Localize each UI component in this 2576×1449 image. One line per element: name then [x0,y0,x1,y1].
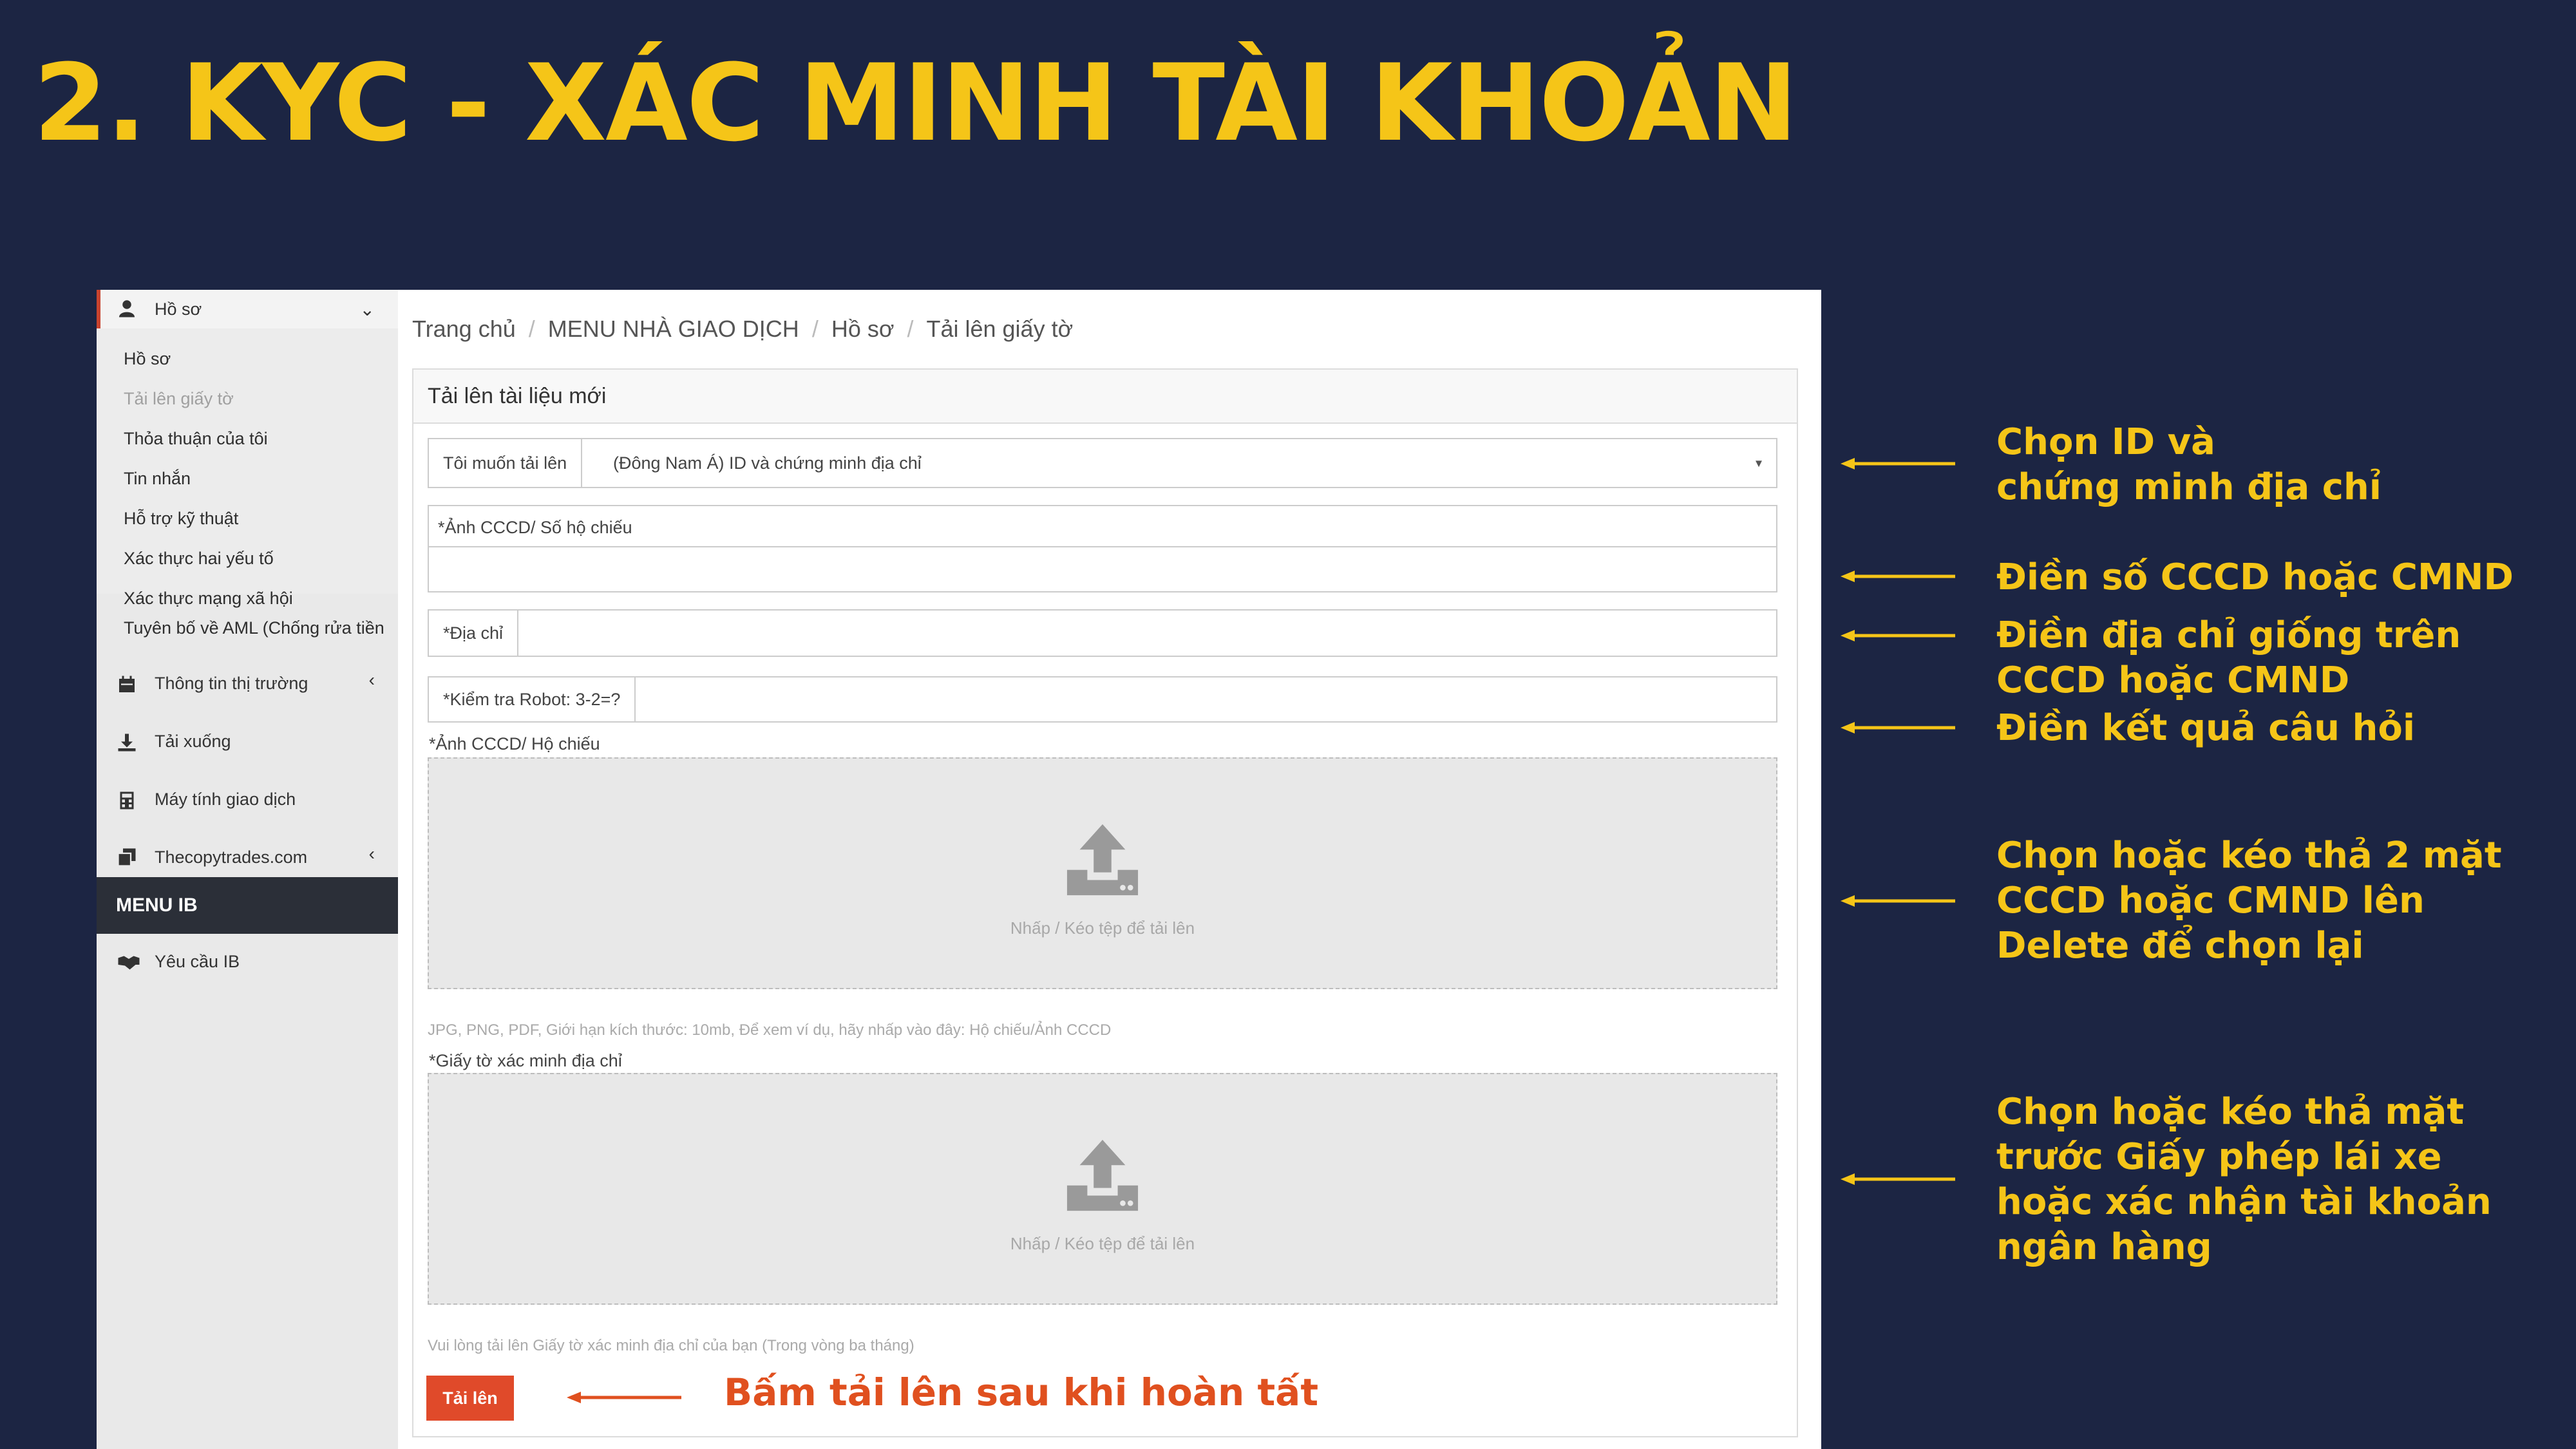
id-photo-hint: JPG, PNG, PDF, Giới hạn kích thước: 10mb… [428,1021,1112,1039]
submenu-item-messages[interactable]: Tin nhắn [124,469,191,489]
download-icon [118,734,136,752]
upload-type-select[interactable]: Tôi muốn tải lên (Đông Nam Á) ID và chứn… [428,438,1777,488]
active-accent-bar [97,290,100,328]
address-input[interactable] [526,611,1776,656]
chevron-left-icon: ‹ [368,844,375,864]
upload-submit-button[interactable]: Tải lên [426,1376,514,1421]
address-doc-dropzone[interactable]: Nhấp / Kéo tệp để tải lên [428,1073,1777,1305]
arrow-left-icon [1841,1173,1955,1185]
upload-panel: Tải lên tài liệu mới Tôi muốn tải lên (Đ… [412,368,1798,1437]
captcha-field: *Kiểm tra Robot: 3-2=? [428,676,1777,723]
id-number-input[interactable] [429,547,1776,591]
arrow-left-icon [1841,458,1955,469]
arrow-left-icon [1841,895,1955,907]
upload-icon [1066,824,1139,896]
sidebar-item-downloads[interactable]: Tải xuống [97,714,398,772]
calendar-icon [119,676,135,692]
sidebar-item-label: Tải xuống [155,732,231,751]
address-doc-hint: Vui lòng tải lên Giấy tờ xác minh địa ch… [428,1337,914,1354]
annotation-captcha: Điền kết quả câu hỏi [1996,707,2416,749]
sidebar: Hồ sơ ⌄ Hồ sơ Tải lên giấy tờ Thỏa thuận… [97,290,398,1449]
submenu-item-agreements[interactable]: Thỏa thuận của tôi [124,429,268,449]
submenu-item-support[interactable]: Hỗ trợ kỹ thuật [124,509,238,529]
caret-down-icon: ▾ [1755,456,1762,471]
slide-title: 2. KYC - XÁC MINH TÀI KHOẢN [33,41,1798,165]
sidebar-item-label: Hồ sơ [155,299,202,319]
sidebar-item-label: Máy tính giao dịch [155,790,296,809]
annotation-address-doc: Chọn hoặc kéo thả mặt trước Giấy phép lá… [1996,1091,2492,1268]
submenu-item-social-auth[interactable]: Xác thực mạng xã hội [124,589,293,609]
id-number-label: *Ảnh CCCD/ Số hộ chiếu [438,518,632,537]
annotation-id-number: Điền số CCCD hoặc CMND [1996,556,2514,598]
breadcrumb-profile[interactable]: Hồ sơ [831,316,895,343]
breadcrumb-current: Tải lên giấy tờ [926,316,1074,342]
dropzone-text: Nhấp / Kéo tệp để tải lên [1010,918,1195,938]
address-doc-label: *Giấy tờ xác minh địa chỉ [429,1051,622,1070]
dropzone-text: Nhấp / Kéo tệp để tải lên [1010,1234,1195,1253]
sidebar-item-ib-request[interactable]: Yêu cầu IB [97,934,398,992]
upload-type-value: (Đông Nam Á) ID và chứng minh địa chỉ [613,453,922,473]
upload-type-label: Tôi muốn tải lên [429,439,583,487]
chevron-down-icon: ⌄ [359,299,375,319]
sidebar-item-label: Thông tin thị trường [155,674,308,693]
sidebar-item-market-info[interactable]: Thông tin thị trường ‹ [97,656,398,714]
annotation-select-id: Chọn ID và chứng minh địa chỉ [1996,421,2382,508]
sidebar-item-label: Yêu cầu IB [155,952,240,971]
sidebar-item-calculator[interactable]: Máy tính giao dịch [97,772,398,829]
main-content: Trang chủ / MENU NHÀ GIAO DỊCH / Hồ sơ /… [412,290,1821,1449]
submenu-item-upload-documents[interactable]: Tải lên giấy tờ [124,389,234,409]
sidebar-item-profile[interactable]: Hồ sơ ⌄ [97,290,398,328]
calculator-icon [120,791,134,810]
upload-icon [1066,1139,1139,1211]
ib-menu-header: MENU IB [97,877,398,934]
submenu-item-2fa[interactable]: Xác thực hai yếu tố [124,549,274,569]
screenshot-frame: Hồ sơ ⌄ Hồ sơ Tải lên giấy tờ Thỏa thuận… [97,290,1821,1449]
handshake-icon [118,956,140,970]
id-photo-dropzone[interactable]: Nhấp / Kéo tệp để tải lên [428,757,1777,989]
address-field: *Địa chỉ [428,609,1777,657]
breadcrumb-trader-menu[interactable]: MENU NHÀ GIAO DỊCH [548,316,799,343]
sidebar-item-label: Thecopytrades.com [155,848,308,867]
copy-icon [117,848,136,867]
panel-title: Tải lên tài liệu mới [413,370,1797,424]
user-icon [119,300,135,317]
submenu-item-profile[interactable]: Hồ sơ [124,349,171,369]
annotation-address: Điền địa chỉ giống trên CCCD hoặc CMND [1996,614,2461,701]
annotation-id-photo: Chọn hoặc kéo thả 2 mặt CCCD hoặc CMND l… [1996,835,2502,967]
breadcrumb: Trang chủ / MENU NHÀ GIAO DỊCH / Hồ sơ /… [412,316,1074,343]
captcha-input[interactable] [649,677,1776,721]
arrow-left-icon [1841,571,1955,582]
arrow-left-icon [567,1392,681,1403]
chevron-left-icon: ‹ [368,670,375,690]
arrow-left-icon [1841,630,1955,641]
address-label: *Địa chỉ [429,611,519,656]
sidebar-submenu: Hồ sơ Tải lên giấy tờ Thỏa thuận của tôi… [97,328,398,608]
arrow-left-icon [1841,722,1955,734]
captcha-label: *Kiểm tra Robot: 3-2=? [429,677,636,721]
submenu-item-aml[interactable]: Tuyên bố về AML (Chống rửa tiền [124,618,384,638]
id-photo-label: *Ảnh CCCD/ Hộ chiếu [429,734,600,753]
id-number-field: *Ảnh CCCD/ Số hộ chiếu [428,505,1777,592]
breadcrumb-home[interactable]: Trang chủ [412,316,516,343]
annotation-submit: Bấm tải lên sau khi hoàn tất [724,1370,1319,1414]
